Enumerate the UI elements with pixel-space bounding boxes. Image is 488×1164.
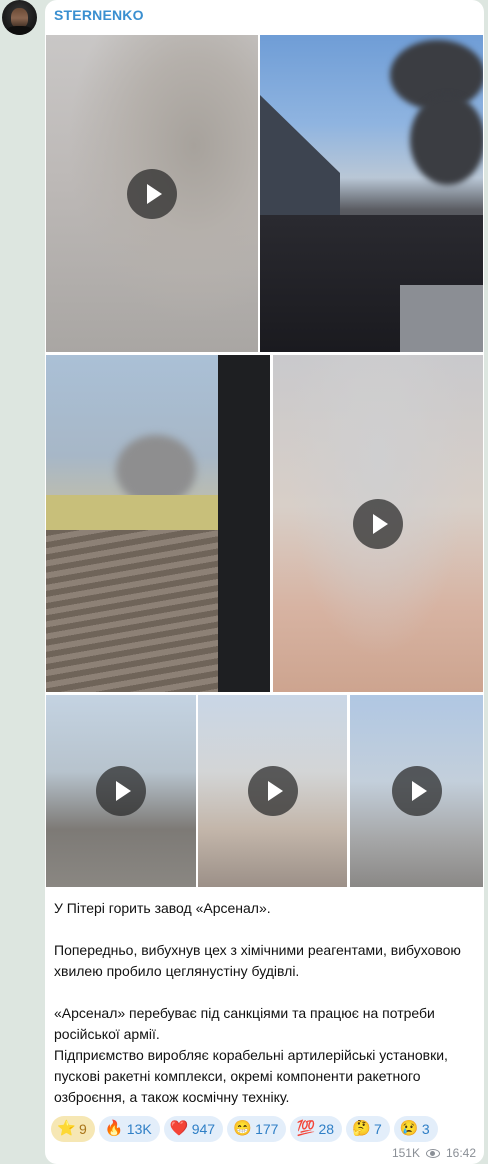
view-count: 151K bbox=[391, 1146, 420, 1160]
media-photo-train-window[interactable] bbox=[46, 355, 270, 692]
play-icon[interactable] bbox=[127, 168, 177, 219]
play-icon[interactable] bbox=[353, 498, 403, 549]
channel-name[interactable]: STERNENKO bbox=[54, 7, 144, 23]
crying-icon: 😢 bbox=[399, 1120, 419, 1137]
message-time: 16:42 bbox=[445, 1146, 476, 1160]
rail-tracks bbox=[46, 530, 226, 692]
post-text: У Пітері горить завод «Арсенал». Поперед… bbox=[54, 898, 474, 1108]
reaction-count: 13K bbox=[126, 1121, 152, 1137]
play-icon[interactable] bbox=[247, 766, 298, 816]
post-paragraph: У Пітері горить завод «Арсенал». bbox=[54, 900, 271, 916]
heart-icon: ❤️ bbox=[169, 1120, 189, 1137]
smoke-cloud bbox=[410, 95, 483, 185]
post-paragraph: Попередньо, вибухнув цех з хімічними реа… bbox=[54, 942, 461, 979]
avatar-face bbox=[11, 8, 28, 28]
channel-avatar[interactable] bbox=[2, 0, 37, 35]
thinking-icon: 🤔 bbox=[352, 1120, 371, 1137]
media-video-3[interactable] bbox=[46, 695, 196, 887]
reaction-count: 3 bbox=[421, 1121, 430, 1137]
grin-icon: 😁 bbox=[233, 1120, 252, 1137]
media-video-2[interactable] bbox=[273, 355, 483, 692]
reactions-bar: ⭐ 9 🔥 13K ❤️ 947 😁 177 💯 28 🤔 7 😢 3 bbox=[51, 1116, 438, 1142]
reaction-heart[interactable]: ❤️ 947 bbox=[163, 1116, 224, 1142]
message-meta: 151K 16:42 bbox=[392, 1146, 476, 1160]
media-photo-station[interactable] bbox=[260, 35, 483, 352]
post-paragraph: «Арсенал» перебуває під санкціями та пра… bbox=[54, 1005, 435, 1042]
post-paragraph: Підприємство виробляє корабельні артилер… bbox=[54, 1047, 448, 1105]
window-frame bbox=[218, 355, 270, 692]
reaction-count: 947 bbox=[191, 1121, 216, 1137]
eye-icon bbox=[425, 1148, 440, 1158]
reaction-crying[interactable]: 😢 3 bbox=[393, 1116, 438, 1142]
fence bbox=[46, 495, 218, 530]
reaction-count: 28 bbox=[318, 1121, 335, 1137]
media-video-1[interactable] bbox=[46, 35, 258, 352]
platform bbox=[400, 285, 483, 352]
reaction-count: 177 bbox=[255, 1121, 279, 1137]
reaction-fire[interactable]: 🔥 13K bbox=[98, 1116, 160, 1142]
reaction-thinking[interactable]: 🤔 7 bbox=[346, 1116, 390, 1142]
play-icon[interactable] bbox=[391, 766, 442, 816]
fire-icon: 🔥 bbox=[104, 1120, 124, 1137]
hundred-icon: 💯 bbox=[296, 1120, 316, 1137]
star-icon: ⭐ bbox=[57, 1120, 76, 1137]
reaction-count: 7 bbox=[374, 1121, 382, 1137]
avatar-shirt bbox=[6, 26, 33, 35]
media-video-4[interactable] bbox=[198, 695, 347, 887]
play-icon[interactable] bbox=[96, 766, 146, 816]
reaction-star[interactable]: ⭐ 9 bbox=[51, 1116, 95, 1142]
reaction-hundred[interactable]: 💯 28 bbox=[290, 1116, 343, 1142]
message-bubble: STERNENKO У Пітері горить завод «Арсенал… bbox=[45, 0, 484, 1164]
station-canopy bbox=[260, 95, 340, 225]
reaction-count: 9 bbox=[79, 1121, 87, 1137]
media-video-5[interactable] bbox=[350, 695, 483, 887]
reaction-grin[interactable]: 😁 177 bbox=[227, 1116, 287, 1142]
